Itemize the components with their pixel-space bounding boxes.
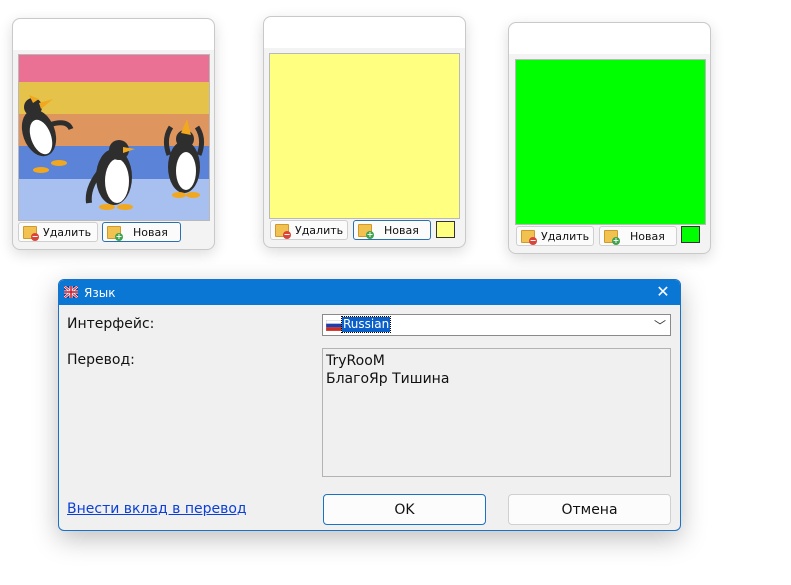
note-new-icon: + [604, 229, 620, 245]
note-text-area[interactable] [269, 53, 460, 219]
selected-language: Russian [340, 316, 392, 333]
note-new-icon: + [107, 225, 123, 241]
dialog-title: Язык [84, 286, 116, 300]
chevron-down-icon[interactable]: ﹀ [654, 317, 666, 334]
penguins-image [19, 55, 209, 220]
note-new-label: Новая [384, 223, 419, 237]
note-delete-button[interactable]: − Удалить [270, 220, 348, 240]
note-color-swatch[interactable] [681, 226, 700, 243]
russia-flag-icon [326, 320, 342, 331]
note-delete-icon: − [275, 223, 291, 239]
sticky-note-2: − Удалить + Новая [263, 16, 466, 248]
note-new-label: Новая [133, 225, 168, 239]
sticky-note-1: − Удалить + Новая [12, 18, 215, 250]
language-dialog: Язык ✕ Интерфейс: Russian ﹀ Перевод: Try… [58, 279, 681, 531]
translator-name: TryRooM [326, 353, 385, 369]
close-icon[interactable]: ✕ [654, 283, 672, 301]
ok-button[interactable]: OK [323, 494, 486, 525]
note-text-area[interactable] [515, 59, 706, 225]
interface-language-select[interactable]: Russian ﹀ [322, 314, 671, 336]
note-color-swatch[interactable] [436, 221, 455, 238]
note-delete-label: Удалить [43, 225, 92, 239]
contribute-translation-link[interactable]: Внести вклад в перевод [67, 501, 247, 517]
sticky-note-3: − Удалить + Новая [508, 22, 711, 254]
note-new-icon: + [358, 223, 374, 239]
note-delete-icon: − [521, 229, 537, 245]
note-new-button[interactable]: + Новая [599, 226, 677, 246]
note-new-button[interactable]: + Новая [102, 222, 181, 242]
note-delete-button[interactable]: − Удалить [516, 226, 594, 246]
note-new-label: Новая [630, 229, 665, 243]
translator-name: БлагоЯр Тишина [326, 371, 450, 387]
note-titlebar[interactable] [509, 23, 710, 54]
cancel-button[interactable]: Отмена [508, 494, 671, 525]
note-new-button[interactable]: + Новая [353, 220, 431, 240]
note-image-penguins [18, 54, 210, 221]
note-delete-label: Удалить [295, 223, 344, 237]
note-delete-icon: − [23, 225, 39, 241]
uk-flag-icon [64, 286, 78, 298]
note-delete-label: Удалить [541, 229, 590, 243]
note-delete-button[interactable]: − Удалить [18, 222, 98, 242]
translation-label: Перевод: [67, 352, 135, 368]
note-titlebar[interactable] [264, 17, 465, 48]
dialog-titlebar[interactable]: Язык ✕ [59, 280, 680, 305]
note-titlebar[interactable] [13, 19, 214, 50]
translators-list: TryRooM БлагоЯр Тишина [322, 348, 671, 477]
interface-label: Интерфейс: [67, 316, 155, 332]
